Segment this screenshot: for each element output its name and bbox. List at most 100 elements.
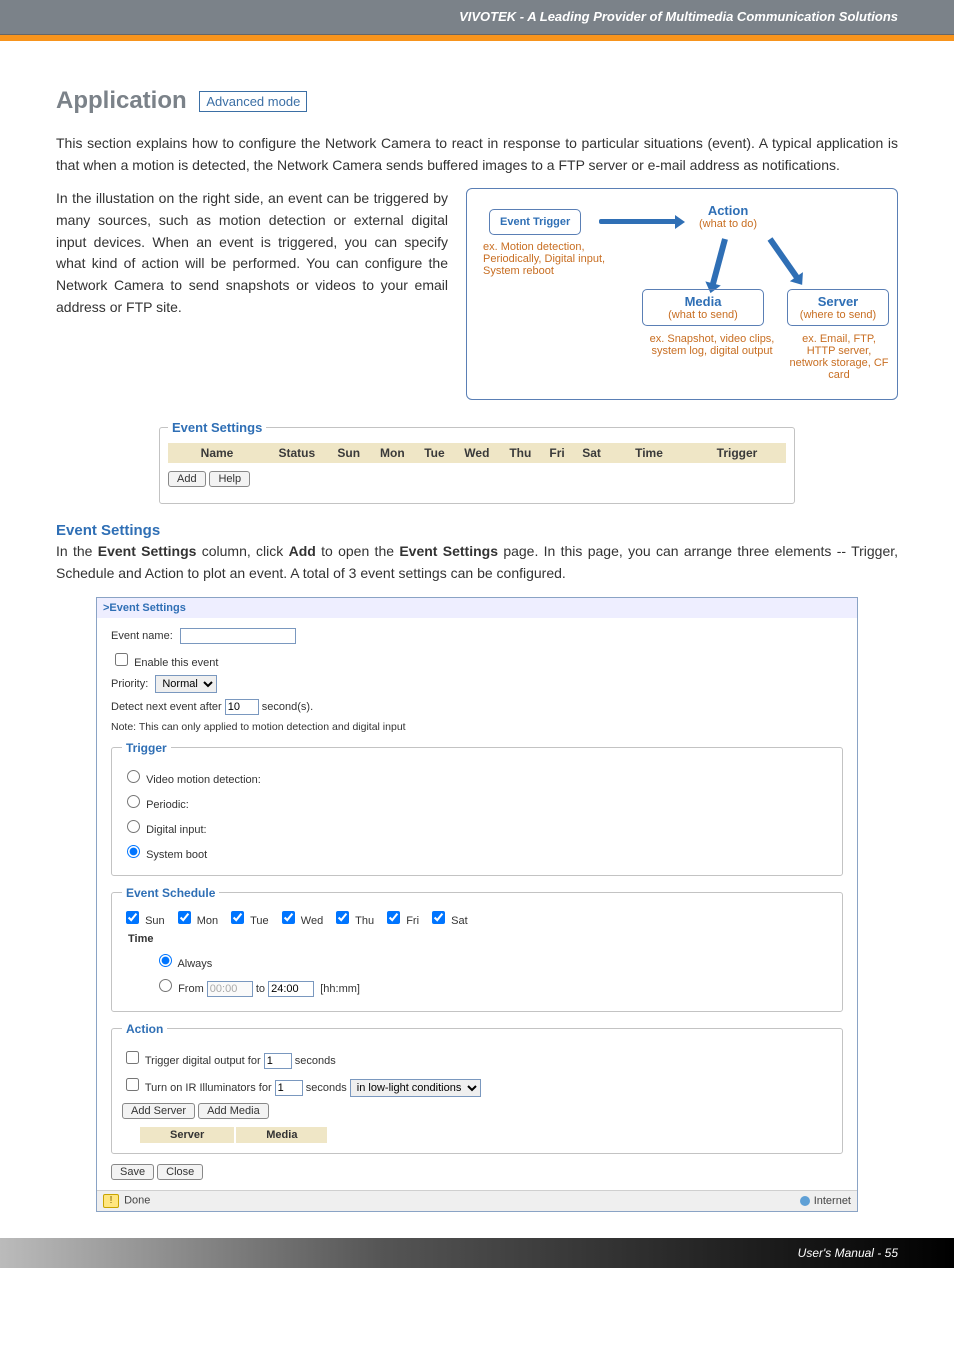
close-button[interactable]: Close	[157, 1164, 203, 1180]
time-range-radio[interactable]	[159, 979, 172, 992]
illustration-paragraph: In the illustation on the right side, an…	[56, 188, 448, 318]
day-wed-checkbox[interactable]	[282, 911, 295, 924]
day-mon-checkbox[interactable]	[178, 911, 191, 924]
ir-checkbox[interactable]	[126, 1078, 139, 1091]
trigger-digital-input-label: Digital input:	[146, 824, 207, 836]
trigger-legend: Trigger	[122, 741, 171, 755]
col-sun: Sun	[328, 443, 370, 463]
trigger-video-motion-radio[interactable]	[127, 770, 140, 783]
trigger-periodic-radio[interactable]	[127, 795, 140, 808]
col-tue: Tue	[415, 443, 454, 463]
time-always-radio[interactable]	[159, 954, 172, 967]
event-table: Name Status Sun Mon Tue Wed Thu Fri Sat …	[168, 443, 786, 463]
trigger-system-boot-radio[interactable]	[127, 845, 140, 858]
diagram-server: Server (where to send)	[787, 289, 889, 326]
day-tue-label: Tue	[250, 915, 269, 927]
col-thu: Thu	[500, 443, 541, 463]
page-title: Application Advanced mode	[56, 87, 898, 115]
day-mon-label: Mon	[197, 915, 218, 927]
ir-value-input[interactable]	[275, 1080, 303, 1096]
arrow-down-left-icon	[710, 239, 728, 287]
es-body-1: In the	[56, 543, 98, 559]
es-body-b2: Add	[289, 543, 316, 559]
diagram-media-sub: (what to send)	[643, 309, 763, 321]
page-footer: User's Manual - 55	[0, 1238, 954, 1268]
advanced-mode-badge: Advanced mode	[199, 91, 307, 112]
intro-paragraph: This section explains how to configure t…	[56, 133, 898, 176]
diagram-media-title: Media	[643, 294, 763, 309]
trigger-system-boot-label: System boot	[146, 849, 207, 861]
warning-icon: !	[103, 1194, 119, 1208]
workflow-diagram: Event Trigger ex. Motion detection, Peri…	[466, 188, 898, 400]
trigger-do-checkbox[interactable]	[126, 1051, 139, 1064]
media-column-header: Media	[236, 1127, 327, 1143]
page-number: User's Manual - 55	[798, 1246, 898, 1260]
status-internet: Internet	[800, 1194, 851, 1208]
ir-prefix: Turn on IR Illuminators for	[145, 1082, 272, 1094]
arrow-right-icon	[599, 219, 677, 224]
trigger-video-motion-label: Video motion detection:	[146, 774, 261, 786]
enable-event-checkbox[interactable]	[115, 653, 128, 666]
status-done: ! Done	[103, 1194, 150, 1208]
schedule-days: Sun Mon Tue Wed Thu Fri Sat	[122, 908, 832, 927]
save-button[interactable]: Save	[111, 1164, 154, 1180]
doc-header: VIVOTEK - A Leading Provider of Multimed…	[0, 0, 954, 35]
detect-seconds-input[interactable]	[225, 699, 259, 715]
trigger-do-prefix: Trigger digital output for	[145, 1055, 261, 1067]
event-settings-body: In the Event Settings column, click Add …	[56, 541, 898, 584]
col-wed: Wed	[454, 443, 500, 463]
col-status: Status	[266, 443, 328, 463]
diagram-server-sub: (where to send)	[788, 309, 888, 321]
time-from-input[interactable]	[207, 981, 253, 997]
diagram-example-trigger: ex. Motion detection, Periodically, Digi…	[483, 241, 623, 277]
schedule-legend: Event Schedule	[122, 886, 219, 900]
day-thu-label: Thu	[355, 915, 374, 927]
es-body-b3: Event Settings	[399, 543, 498, 559]
event-settings-fieldset: Event Settings Name Status Sun Mon Tue W…	[159, 420, 795, 504]
add-media-button[interactable]: Add Media	[198, 1103, 269, 1119]
col-trigger: Trigger	[688, 443, 786, 463]
time-from-label: From	[178, 983, 204, 995]
col-sat: Sat	[573, 443, 610, 463]
time-hhmm-hint: [hh:mm]	[320, 983, 360, 995]
day-sat-checkbox[interactable]	[432, 911, 445, 924]
priority-label: Priority:	[111, 678, 148, 690]
diagram-event-trigger: Event Trigger	[489, 209, 581, 235]
event-name-label: Event name:	[111, 630, 173, 642]
time-to-input[interactable]	[268, 981, 314, 997]
status-internet-text: Internet	[814, 1195, 851, 1207]
doc-header-title: VIVOTEK - A Leading Provider of Multimed…	[459, 9, 898, 24]
detect-prefix: Detect next event after	[111, 701, 222, 713]
ir-condition-select[interactable]: in low-light conditions	[350, 1079, 481, 1097]
add-button[interactable]: Add	[168, 471, 206, 487]
time-always-label: Always	[177, 958, 212, 970]
trigger-do-value-input[interactable]	[264, 1053, 292, 1069]
day-sat-label: Sat	[451, 915, 468, 927]
help-button[interactable]: Help	[209, 471, 250, 487]
enable-event-label: Enable this event	[134, 657, 218, 669]
add-server-button[interactable]: Add Server	[122, 1103, 195, 1119]
page-title-text: Application	[56, 87, 187, 114]
day-thu-checkbox[interactable]	[336, 911, 349, 924]
event-settings-dialog: >Event Settings Event name: Enable this …	[96, 597, 858, 1212]
diagram-action-sub: (what to do)	[699, 218, 757, 230]
trigger-fieldset: Trigger Video motion detection: Periodic…	[111, 741, 843, 876]
ir-mid: seconds	[306, 1082, 347, 1094]
event-settings-legend: Event Settings	[168, 420, 266, 435]
day-sun-checkbox[interactable]	[126, 911, 139, 924]
day-tue-checkbox[interactable]	[231, 911, 244, 924]
dialog-title: >Event Settings	[97, 598, 857, 618]
detect-note: Note: This can only applied to motion de…	[111, 721, 843, 733]
trigger-digital-input-radio[interactable]	[127, 820, 140, 833]
day-fri-checkbox[interactable]	[387, 911, 400, 924]
day-fri-label: Fri	[406, 915, 419, 927]
es-body-2: column, click	[202, 543, 289, 559]
arrow-down-right-icon	[768, 238, 800, 281]
event-name-input[interactable]	[180, 628, 296, 644]
diagram-action-title: Action	[699, 203, 757, 218]
diagram-server-title: Server	[788, 294, 888, 309]
event-settings-heading: Event Settings	[56, 522, 898, 539]
schedule-fieldset: Event Schedule Sun Mon Tue Wed Thu Fri S…	[111, 886, 843, 1012]
priority-select[interactable]: Normal	[155, 675, 217, 693]
globe-icon	[800, 1196, 810, 1206]
